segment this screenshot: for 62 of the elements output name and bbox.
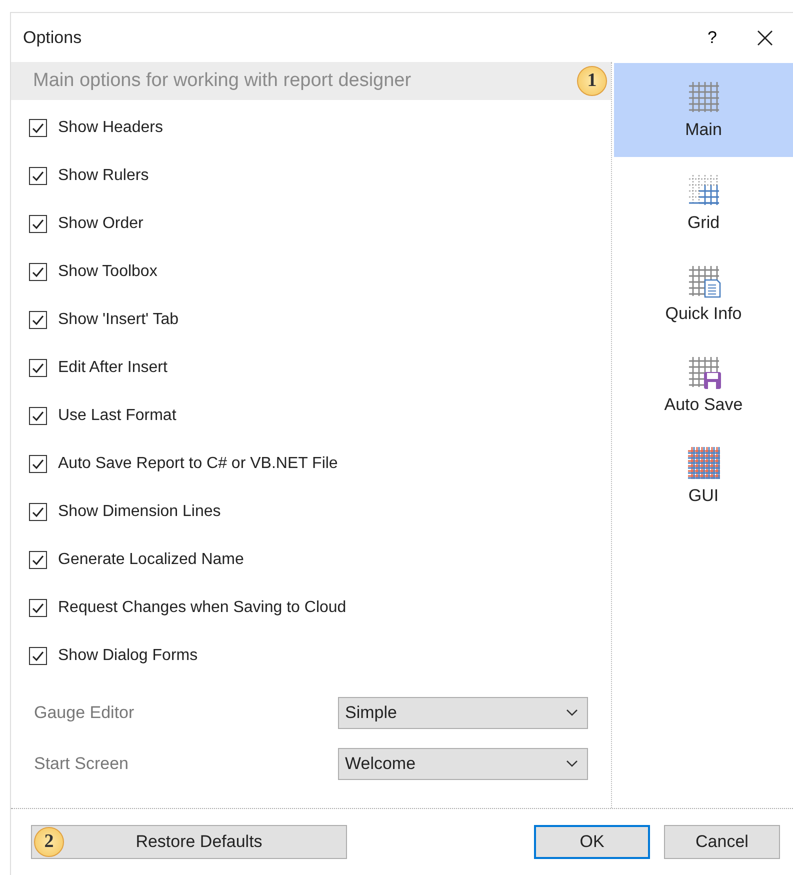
chevron-icon bbox=[566, 709, 578, 717]
check-icon bbox=[31, 361, 45, 375]
setting-label: Start Screen bbox=[34, 754, 130, 774]
grid-icon bbox=[686, 172, 720, 206]
check-icon bbox=[31, 265, 45, 279]
check-icon bbox=[31, 121, 45, 135]
check-icon bbox=[31, 457, 45, 471]
check-icon bbox=[31, 601, 45, 615]
option-label: Use Last Format bbox=[58, 407, 176, 425]
option-label: Request Changes when Saving to Cloud bbox=[58, 599, 346, 617]
grid-document-icon bbox=[686, 264, 720, 298]
setting-label: Gauge Editor bbox=[34, 703, 136, 723]
grid-icon bbox=[686, 80, 720, 114]
checkbox[interactable] bbox=[29, 215, 47, 233]
check-icon bbox=[31, 217, 45, 231]
option-label: Generate Localized Name bbox=[58, 551, 244, 569]
sidebar-item[interactable]: Main bbox=[614, 63, 793, 157]
checkbox[interactable] bbox=[29, 647, 47, 665]
window-title: Options bbox=[23, 28, 83, 48]
checkbox[interactable] bbox=[29, 167, 47, 185]
checkbox[interactable] bbox=[29, 311, 47, 329]
sidebar-item[interactable]: Grid bbox=[614, 157, 793, 248]
sidebar-item[interactable]: GUI bbox=[614, 430, 793, 521]
sidebar-item[interactable]: Quick Info bbox=[614, 248, 793, 339]
checkbox[interactable] bbox=[29, 359, 47, 377]
option-label: Show Toolbox bbox=[58, 263, 158, 281]
checkbox[interactable] bbox=[29, 119, 47, 137]
dialog-button[interactable]: OK bbox=[534, 825, 650, 859]
help-button[interactable]: ? bbox=[708, 28, 717, 48]
option-label: Show Dialog Forms bbox=[58, 647, 198, 665]
check-icon bbox=[31, 553, 45, 567]
checkbox[interactable] bbox=[29, 455, 47, 473]
checkbox[interactable] bbox=[29, 551, 47, 569]
option-label: Show Rulers bbox=[58, 167, 149, 185]
dialog-button[interactable]: Cancel bbox=[664, 825, 780, 859]
restore-defaults-button[interactable]: 2 Restore Defaults bbox=[31, 825, 347, 859]
header-text: Main options for working with report designer bbox=[33, 70, 412, 92]
close-button[interactable] bbox=[757, 30, 773, 46]
checkbox[interactable] bbox=[29, 263, 47, 281]
option-label: Show 'Insert' Tab bbox=[58, 311, 179, 329]
checkbox[interactable] bbox=[29, 599, 47, 617]
option-label: Show Order bbox=[58, 215, 144, 233]
check-icon bbox=[31, 505, 45, 519]
option-label: Auto Save Report to C# or VB.NET File bbox=[58, 455, 338, 473]
check-icon bbox=[31, 649, 45, 663]
check-icon bbox=[31, 409, 45, 423]
step-badge: 1 bbox=[577, 66, 607, 96]
checkbox[interactable] bbox=[29, 503, 47, 521]
check-icon bbox=[31, 313, 45, 327]
step-badge: 2 bbox=[34, 827, 64, 857]
option-label: Show Headers bbox=[58, 119, 163, 137]
check-icon bbox=[31, 169, 45, 183]
close-icon bbox=[757, 30, 773, 46]
dropdown[interactable]: Simple bbox=[338, 697, 588, 729]
checkbox[interactable] bbox=[29, 407, 47, 425]
option-label: Edit After Insert bbox=[58, 359, 168, 377]
floppy-disk-icon bbox=[686, 354, 720, 388]
grid-icon bbox=[686, 446, 720, 480]
chevron-icon bbox=[566, 760, 578, 768]
option-label: Show Dimension Lines bbox=[58, 503, 221, 521]
dropdown[interactable]: Welcome bbox=[338, 748, 588, 780]
sidebar-item[interactable]: Auto Save bbox=[614, 339, 793, 430]
